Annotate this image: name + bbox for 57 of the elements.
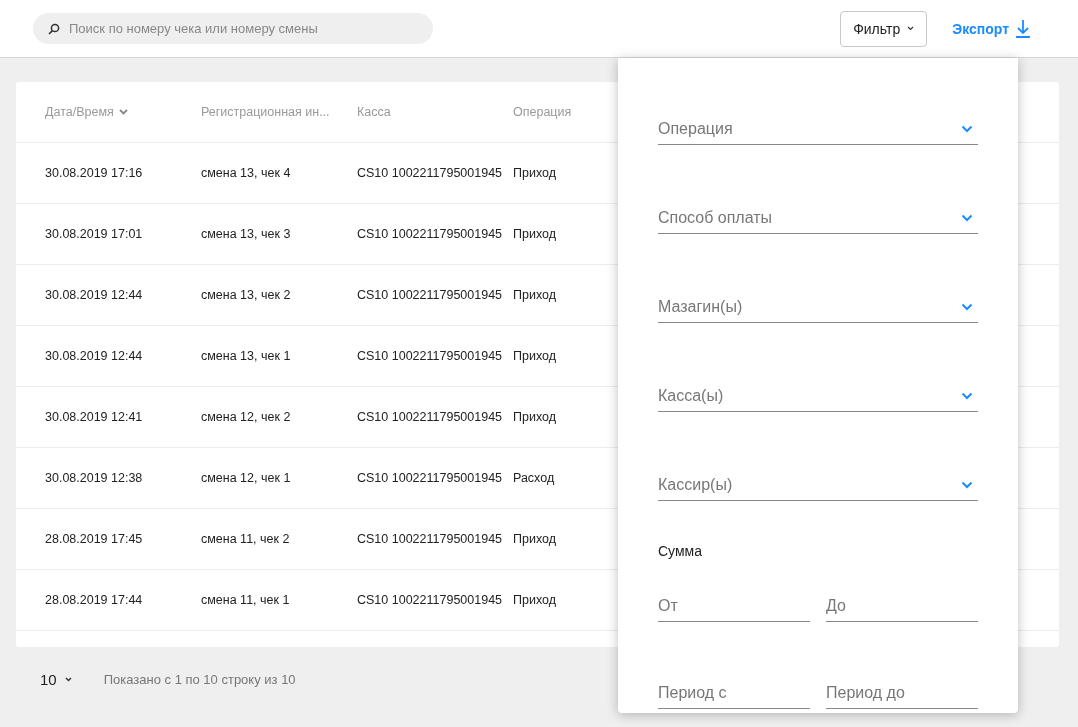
table-cell: Приход	[513, 227, 556, 241]
table-cell: CS10 1002211795001945	[357, 410, 503, 424]
caret-icon	[907, 26, 915, 31]
table-cell: CS10 1002211795001945	[357, 227, 503, 241]
table-cell: смена 12, чек 1	[201, 471, 291, 485]
table-cell: Приход	[513, 349, 556, 363]
table-cell: CS10 1002211795001945	[357, 471, 503, 485]
table-cell: CS10 1002211795001945	[357, 288, 503, 302]
table-cell: Приход	[513, 288, 556, 302]
column-header[interactable]: Дата/Время	[45, 105, 114, 119]
table-cell: 28.08.2019 17:45	[45, 532, 143, 546]
table-cell: смена 13, чек 2	[201, 288, 291, 302]
table-cell: Расход	[513, 471, 555, 485]
select-field[interactable]: Касса(ы)	[658, 381, 978, 412]
table-cell: 30.08.2019 12:44	[45, 349, 143, 363]
table-cell: смена 13, чек 4	[201, 166, 291, 180]
chevron-down-icon	[961, 481, 973, 489]
chevron-down-icon	[961, 214, 973, 222]
table-cell: 30.08.2019 12:44	[45, 288, 143, 302]
select-field[interactable]: Мазагин(ы)	[658, 292, 978, 323]
sum-label: Сумма	[658, 543, 703, 559]
chevron-down-icon	[961, 392, 973, 400]
table-cell: смена 13, чек 1	[201, 349, 291, 363]
table-cell: Приход	[513, 593, 556, 607]
table-cell: Приход	[513, 166, 556, 180]
table-cell: 30.08.2019 17:16	[45, 166, 143, 180]
search-icon	[48, 23, 60, 35]
table-cell: 30.08.2019 17:01	[45, 227, 143, 241]
table-cell: CS10 1002211795001945	[357, 532, 503, 546]
export-link[interactable]: Экспорт	[952, 20, 1009, 37]
table-cell: CS10 1002211795001945	[357, 349, 503, 363]
table-cell: смена 11, чек 2	[201, 532, 290, 546]
page-size-select[interactable]: 10	[40, 670, 72, 688]
sort-caret-icon[interactable]	[118, 109, 128, 115]
download-icon[interactable]	[1015, 19, 1031, 38]
table-cell: Приход	[513, 532, 556, 546]
select-field[interactable]: Кассир(ы)	[658, 470, 978, 501]
table-cell: смена 13, чек 3	[201, 227, 291, 241]
table-cell: 30.08.2019 12:41	[45, 410, 143, 424]
column-header[interactable]: Регистрационная ин...	[201, 105, 330, 119]
select-field[interactable]: Способ оплаты	[658, 203, 978, 234]
table-cell: смена 12, чек 2	[201, 410, 291, 424]
table-cell: 28.08.2019 17:44	[45, 593, 143, 607]
select-field[interactable]: Операция	[658, 114, 978, 145]
search-field[interactable]: Поиск по номеру чека или номеру смены	[33, 13, 433, 44]
table-cell: смена 11, чек 1	[201, 593, 290, 607]
caret-icon	[64, 676, 72, 682]
chevron-down-icon	[961, 125, 973, 133]
column-header[interactable]: Операция	[513, 105, 572, 119]
table-cell: CS10 1002211795001945	[357, 593, 503, 607]
table-cell: 30.08.2019 12:38	[45, 471, 143, 485]
pagination-summary: Показано с 1 по 10 строку из 10	[103, 671, 296, 687]
table-cell: CS10 1002211795001945	[357, 166, 503, 180]
filter-button[interactable]: Фильтр	[840, 10, 928, 47]
column-header[interactable]: Касса	[357, 105, 391, 119]
table-cell: Приход	[513, 410, 556, 424]
chevron-down-icon	[961, 303, 973, 311]
